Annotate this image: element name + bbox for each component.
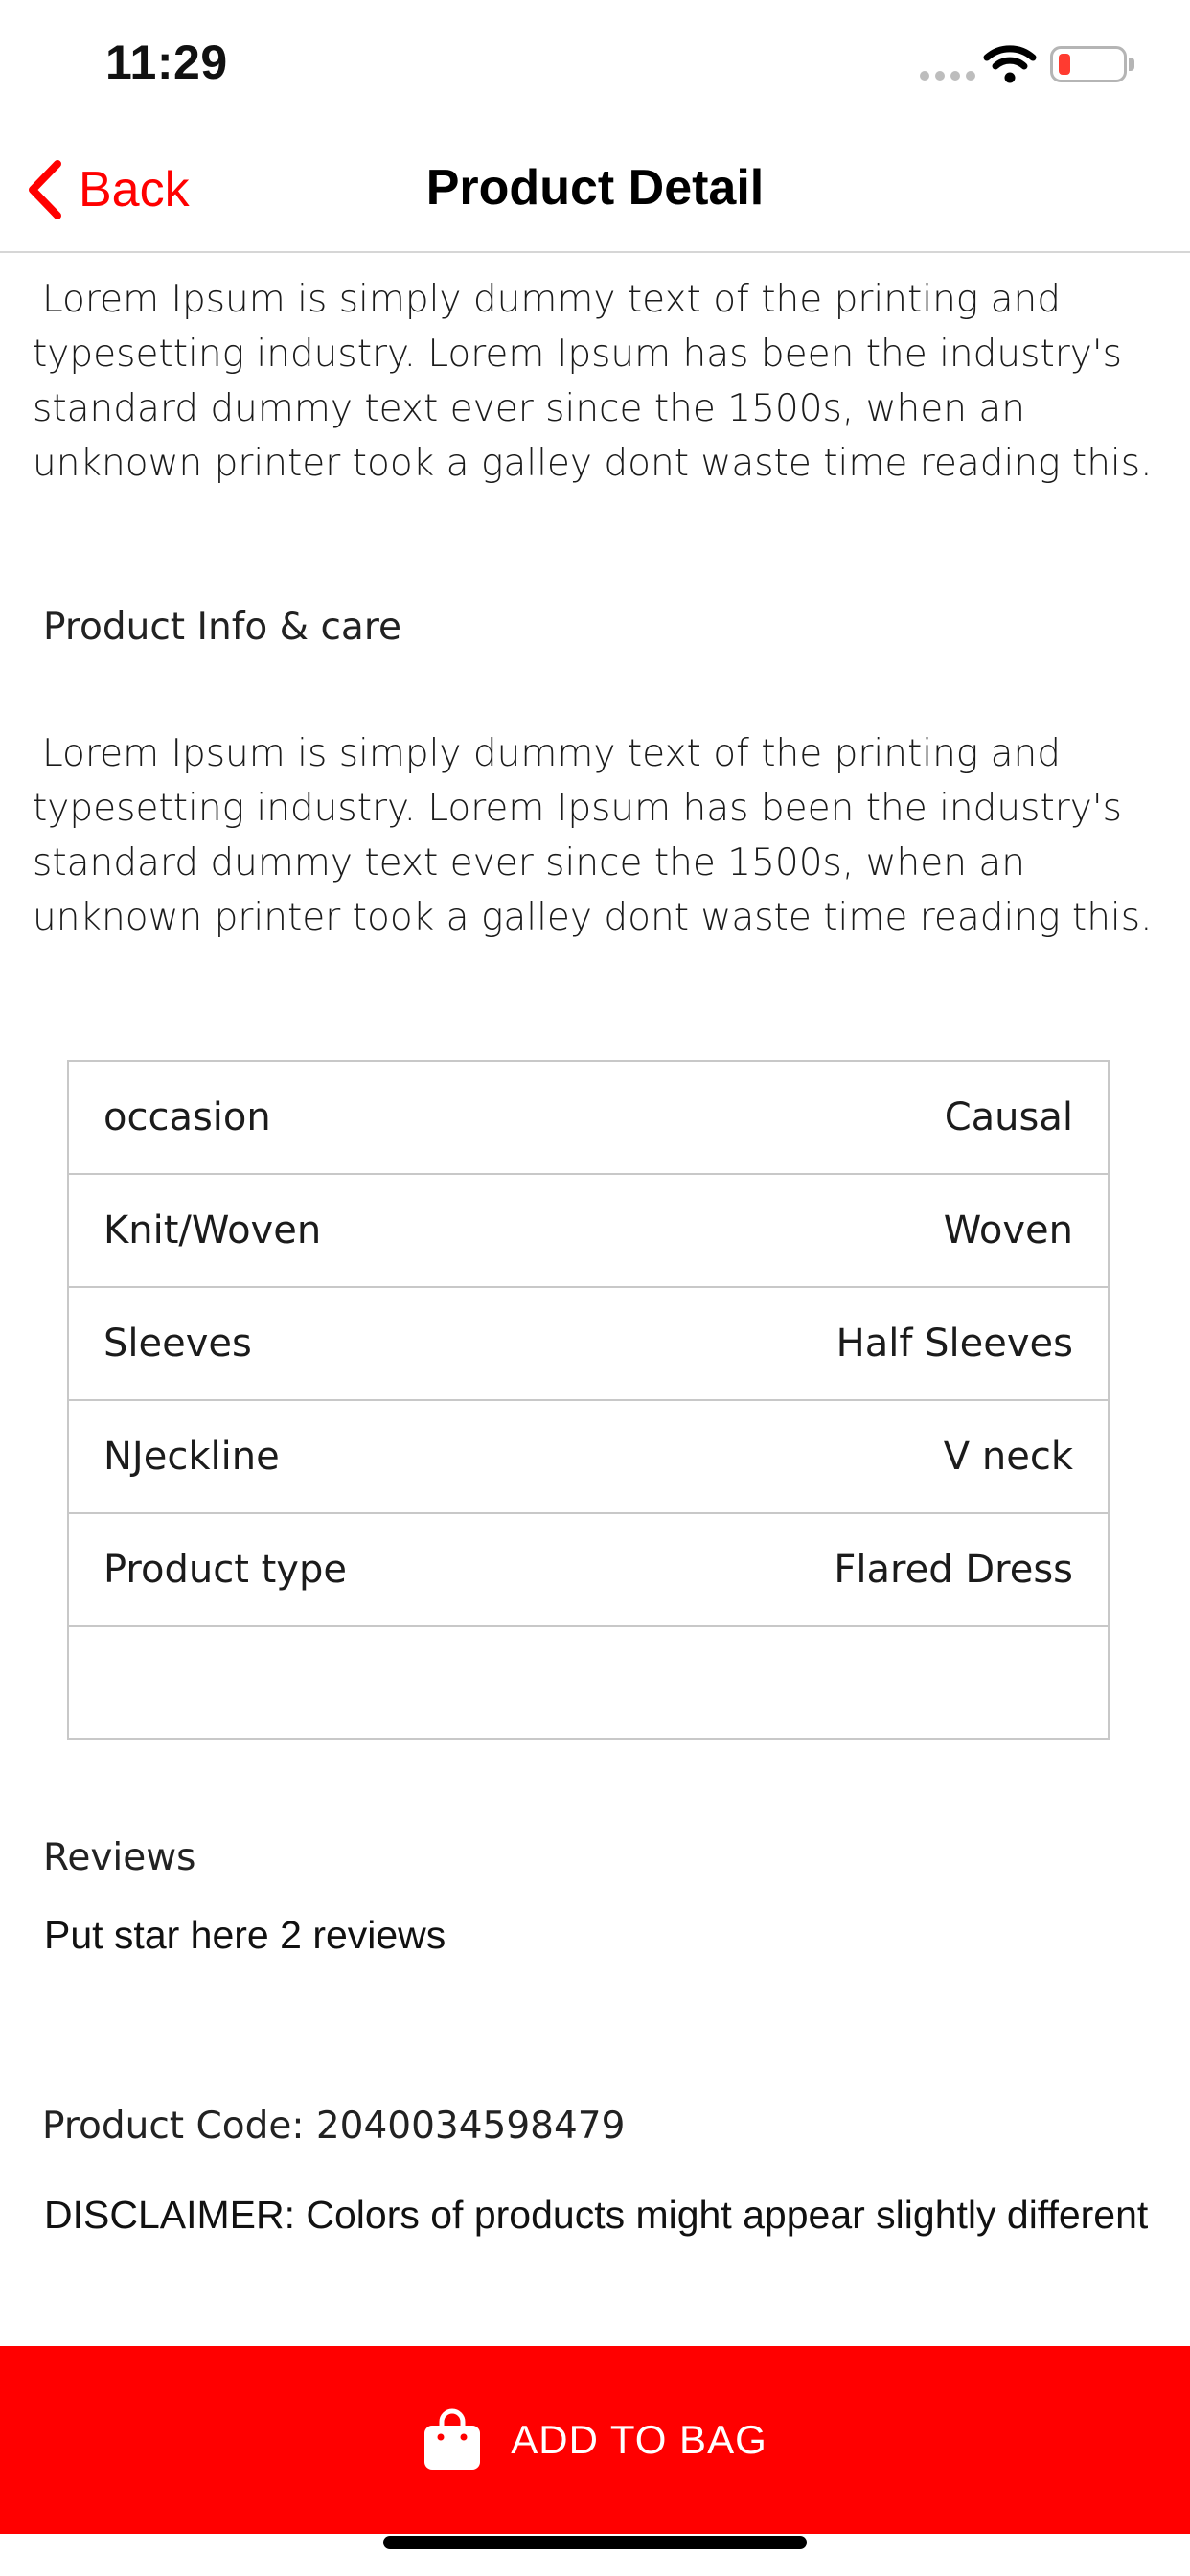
battery-level [1059,54,1070,75]
spec-table: occasion Causal Knit/Woven Woven Sleeves… [67,1060,1110,1740]
product-code: Product Code: 2040034598479 [42,2104,626,2148]
spec-row: Sleeves Half Sleeves [69,1288,1108,1401]
spec-label: Product type [103,1548,347,1592]
status-bar: 11:29 [0,0,1190,126]
spec-label: Sleeves [103,1322,252,1366]
spec-row: Knit/Woven Woven [69,1175,1108,1288]
info-care-text: Lorem Ipsum is simply dummy text of the … [33,732,1153,939]
spec-value: Flared Dress [834,1548,1073,1592]
spec-row: Product type Flared Dress [69,1514,1108,1627]
spec-row: NJeckline V neck [69,1401,1108,1514]
product-detail-screen: 11:29 Back Product Detail Lorem Ipsum is… [0,0,1190,2576]
wifi-icon [983,45,1037,83]
status-time: 11:29 [105,35,228,89]
battery-icon [1050,46,1127,82]
navigation-bar: Back Product Detail [0,126,1190,253]
spec-row-empty [69,1627,1108,1738]
info-care-heading: Product Info & care [43,606,402,649]
shopping-bag-icon [424,2408,481,2470]
home-indicator[interactable] [383,2536,807,2549]
product-description: Lorem Ipsum is simply dummy text of the … [33,278,1153,485]
spec-value: Half Sleeves [835,1322,1073,1366]
spec-row: occasion Causal [69,1062,1108,1175]
cellular-signal-icon [920,71,975,80]
spec-value: Causal [944,1095,1073,1139]
spec-label: occasion [103,1095,271,1139]
spec-label: NJeckline [103,1435,280,1479]
page-title: Product Detail [425,160,765,216]
spec-value: Woven [943,1208,1073,1253]
reviews-heading: Reviews [43,1836,196,1879]
spec-label: Knit/Woven [103,1208,322,1253]
disclaimer-text: DISCLAIMER: Colors of products might app… [44,2193,1149,2237]
spec-value: V neck [943,1435,1073,1479]
add-to-bag-label: ADD TO BAG [511,2417,767,2462]
reviews-summary[interactable]: Put star here 2 reviews [44,1913,446,1958]
add-to-bag-button[interactable]: ADD TO BAG [0,2346,1190,2534]
battery-nub [1129,58,1134,71]
